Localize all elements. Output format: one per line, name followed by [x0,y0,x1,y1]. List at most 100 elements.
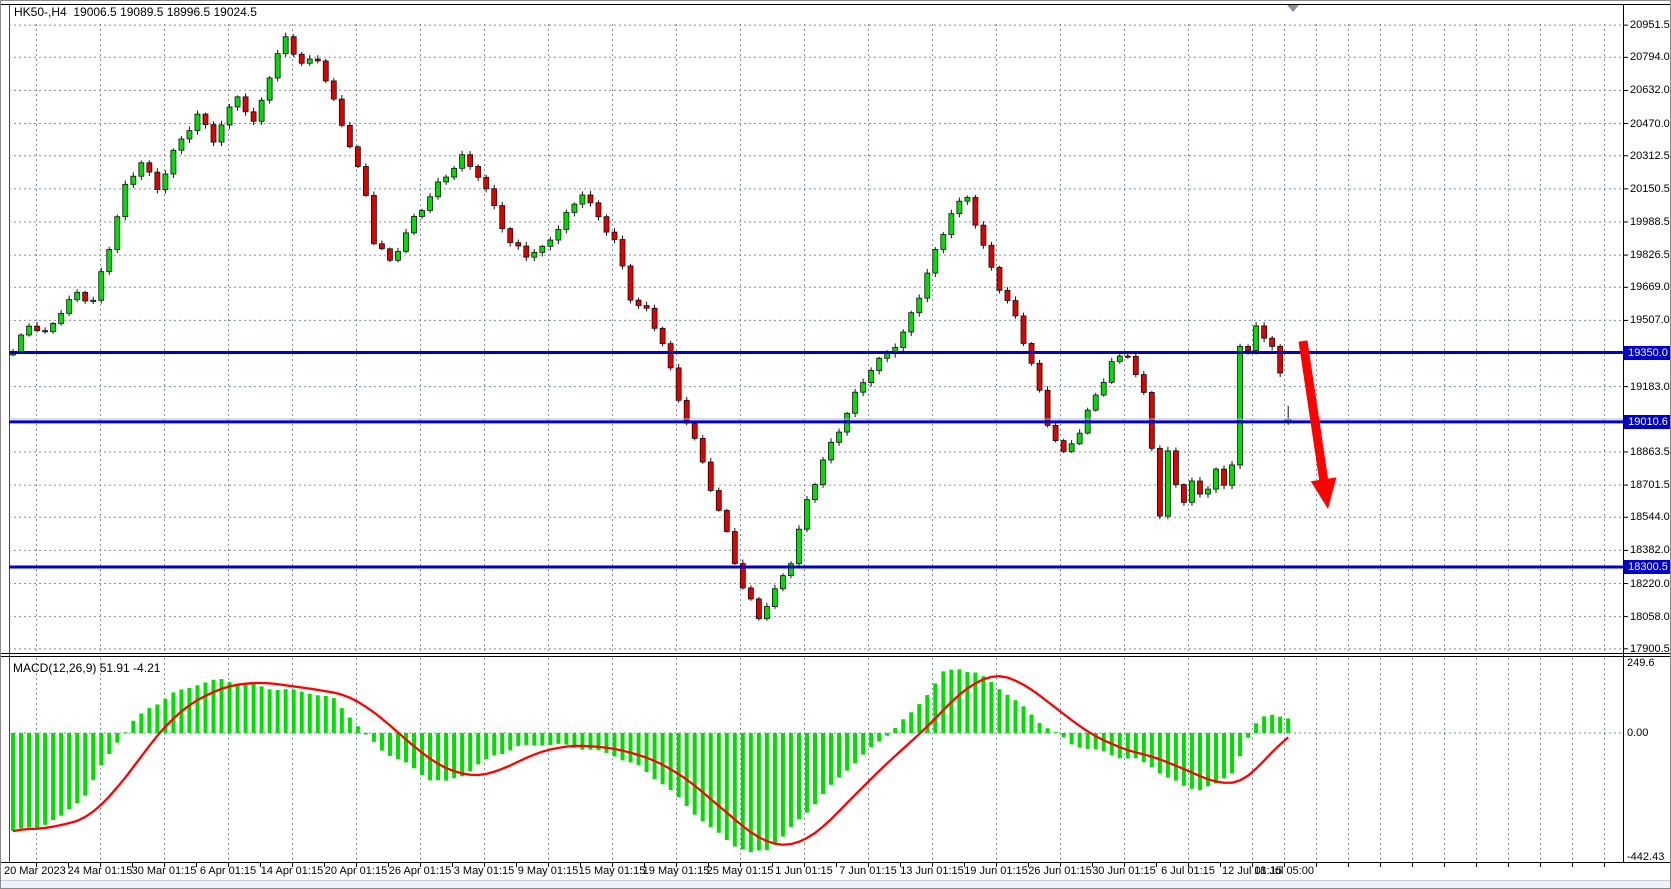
price-axis-label: 19669.0 [1630,281,1670,293]
candle-body [75,292,80,299]
candle-body [1053,425,1058,440]
macd-histogram-bar [444,733,448,781]
time-axis-label: 3 May 01:15 [454,865,515,877]
candle-body [107,249,112,271]
macd-histogram-bar [669,733,673,790]
macd-histogram-bar [564,733,568,745]
candle-body [147,163,152,172]
macd-histogram-bar [476,733,480,764]
macd-histogram-bar [1005,695,1009,733]
macd-histogram-bar [1134,733,1138,758]
macd-histogram-bar [604,733,608,753]
candle-body [829,442,834,460]
time-axis-label: 20 Apr 01:15 [325,865,387,877]
macd-histogram-bar [701,733,705,821]
candle-body [211,125,216,143]
macd-histogram-bar [885,733,889,736]
down-arrow-icon[interactable] [1311,477,1337,509]
macd-histogram-bar [508,733,512,750]
macd-histogram-bar [268,689,272,733]
macd-histogram-bar [1166,733,1170,778]
candle-body [19,335,24,353]
candle-body [347,125,352,146]
candle-body [732,531,737,563]
candle-body [572,204,577,212]
candle-body [1238,346,1243,465]
candle-body [339,99,344,125]
macd-histogram-bar [139,714,143,733]
macd-histogram-bar [1286,718,1290,733]
candle-body [1173,451,1178,485]
candle-body [267,78,272,100]
macd-histogram-bar [412,733,416,768]
candle-body [123,184,128,216]
candle-body [131,176,136,184]
candle-body [1133,356,1138,374]
macd-histogram-bar [212,680,216,733]
candle-body [1013,301,1018,316]
candle-body [1262,326,1267,338]
macd-histogram-bar [308,694,312,733]
candle-body [363,167,368,196]
macd-histogram-bar [837,733,841,778]
macd-histogram-bar [1142,733,1146,762]
candle-body [1109,362,1114,383]
chart-canvas[interactable] [1,1,1671,889]
macd-histogram-bar [861,733,865,755]
candle-body [235,97,240,107]
macd-histogram-bar [1262,716,1266,733]
macd-histogram-bar [1230,733,1234,774]
macd-histogram-bar [997,689,1001,733]
time-axis-label: 19 May 01:15 [643,865,710,877]
time-axis-label: 14 Apr 01:15 [261,865,323,877]
macd-histogram-bar [917,704,921,733]
candle-body [997,267,1002,290]
macd-histogram-bar [580,733,584,750]
macd-histogram-bar [43,733,47,825]
macd-histogram-bar [637,733,641,765]
macd-axis-label: -442.43 [1627,851,1664,863]
macd-histogram-bar [1022,706,1026,733]
time-axis-label: 20 Mar 2023 [4,865,66,877]
macd-histogram-bar [1086,733,1090,749]
price-axis-label: 18544.0 [1630,511,1670,523]
macd-axis-label: 249.6 [1627,657,1655,669]
candle-body [877,358,882,370]
macd-histogram-bar [725,733,729,840]
macd-histogram-bar [75,733,79,803]
price-axis-label: 20470.0 [1630,118,1670,130]
candle-body [716,491,721,511]
macd-histogram-bar [83,733,87,796]
candle-body [195,114,200,131]
candle-body [1061,441,1066,452]
time-axis-label: 30 Mar 01:15 [132,865,197,877]
candle-body [748,588,753,599]
candle-body [933,249,938,273]
candle-body [1214,469,1219,489]
macd-histogram-bar [244,684,248,733]
price-axis-label: 19507.0 [1630,314,1670,326]
macd-histogram-bar [372,733,376,742]
macd-histogram-bar [957,669,961,733]
candle-body [684,400,689,423]
candle-body [1045,390,1050,425]
macd-histogram-bar [91,733,95,780]
candle-body [179,139,184,150]
macd-histogram-bar [436,733,440,780]
macd-histogram-bar [901,719,905,733]
macd-histogram-bar [685,733,689,806]
macd-axis-label: 0.00 [1627,727,1648,739]
candle-body [163,174,168,190]
macd-histogram-bar [11,733,15,831]
price-axis-label: 18382.0 [1630,544,1670,556]
candle-body [203,114,208,125]
candle-body [941,234,946,249]
level-price-badge: 18300.5 [1624,560,1671,574]
price-axis-label: 20150.5 [1630,183,1670,195]
candle-body [428,197,433,211]
candle-body [524,246,529,257]
macd-histogram-bar [27,733,31,828]
trend-arrow-shaft[interactable] [1303,341,1324,485]
macd-histogram-bar [1254,723,1258,733]
candle-body [492,189,497,206]
